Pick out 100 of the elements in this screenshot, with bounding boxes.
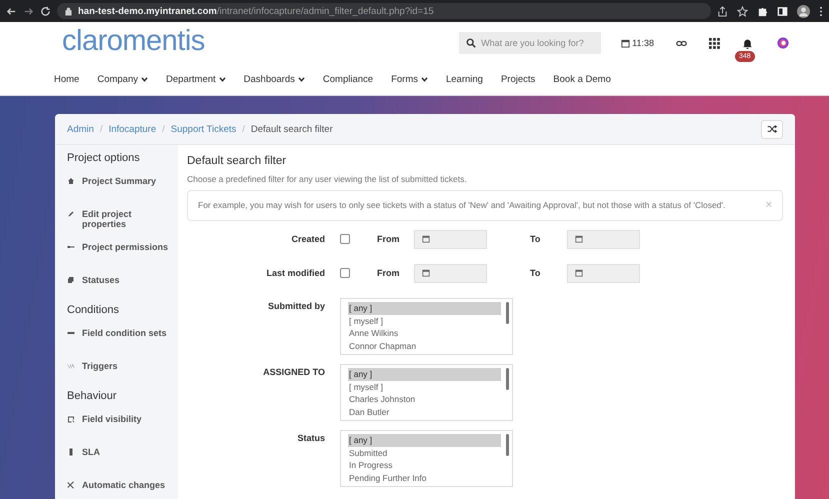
sidebar-item-icon xyxy=(67,362,75,370)
date-field[interactable] xyxy=(414,264,487,282)
sidebar-item[interactable]: Project Summary xyxy=(82,176,156,186)
list-option[interactable]: [ any ] xyxy=(348,434,501,447)
scrollbar-thumb[interactable] xyxy=(506,302,509,324)
breadcrumb-item[interactable]: Support Tickets xyxy=(170,124,236,134)
alert-text: For example, you may wish for users to only see tickets with a status of 'New' and 'Awaiting Approval', but not those with a status of 'Closed'. xyxy=(198,199,726,212)
list-option[interactable]: Connor Chapman xyxy=(348,340,501,353)
more-icon[interactable] xyxy=(819,6,823,16)
sidebar-item[interactable]: Field visibility xyxy=(82,414,142,424)
chevron-down-icon xyxy=(298,77,305,82)
sidebar-item[interactable]: SLA xyxy=(82,447,100,457)
to-label: To xyxy=(530,234,542,244)
checkbox[interactable] xyxy=(340,234,350,244)
scrollbar-thumb[interactable] xyxy=(506,434,509,456)
list-option[interactable]: Charles Johnston xyxy=(348,393,501,406)
nav-link[interactable]: Forms xyxy=(391,74,428,85)
calendar-icon xyxy=(575,269,583,277)
shuffle-button[interactable] xyxy=(761,120,783,138)
breadcrumb-separator: / xyxy=(100,124,103,134)
clock-button[interactable]: 11:38 xyxy=(621,38,654,48)
from-label: From xyxy=(377,268,400,278)
sidebar-item[interactable]: Automatic changes xyxy=(82,480,166,490)
search-icon xyxy=(466,38,476,48)
sidebar-item[interactable]: Statuses xyxy=(82,275,120,285)
nav-link[interactable]: Home xyxy=(54,74,80,85)
sidebar-heading: Conditions xyxy=(67,304,120,318)
sidebar-item-icon xyxy=(67,243,75,251)
profile-avatar-icon[interactable] xyxy=(797,4,810,18)
sidebar-item-icon xyxy=(67,210,75,218)
chevron-down-icon xyxy=(141,77,148,82)
checkbox[interactable] xyxy=(340,268,350,278)
bell-icon[interactable] xyxy=(742,38,753,48)
list-box[interactable]: [ any ] Submitted In Progress Pending Further Info xyxy=(340,430,513,487)
page-title: Default search filter xyxy=(187,155,288,167)
calendar-icon xyxy=(621,38,630,48)
field-label: Status xyxy=(296,432,325,443)
list-option[interactable]: [ any ] xyxy=(348,368,501,381)
chevron-down-icon xyxy=(420,77,428,82)
sidebar-item[interactable]: Field condition sets xyxy=(82,328,167,338)
sidebar-heading: Behaviour xyxy=(67,390,118,404)
from-label: From xyxy=(377,234,400,244)
puzzle-icon[interactable] xyxy=(757,6,768,16)
search-field[interactable]: What are you looking for? xyxy=(459,32,602,54)
list-box[interactable]: [ any ] [ myself ] Charles Johnston Dan Butler xyxy=(340,364,513,421)
star-icon[interactable] xyxy=(737,6,748,16)
nav-link[interactable]: Book a Demo xyxy=(553,74,611,85)
shuffle-icon xyxy=(766,125,778,133)
breadcrumb-separator: / xyxy=(162,124,165,134)
list-option[interactable]: Pending Further Info xyxy=(348,472,501,485)
nav-link[interactable]: Dashboards xyxy=(244,74,305,85)
page-description: Choose a predefined filter for any user viewing the list of submitted tickets. xyxy=(187,174,468,184)
sidebar-item-icon xyxy=(67,329,75,337)
forward-icon[interactable] xyxy=(23,6,34,16)
list-option[interactable]: Dan Butler xyxy=(348,406,501,419)
list-option[interactable]: Submitted xyxy=(348,446,501,460)
sidebar-item-icon xyxy=(67,276,75,284)
sidebar-item-icon xyxy=(67,448,75,456)
sidebar-icon[interactable] xyxy=(777,6,788,16)
url-text: han-test-demo.myintranet.com/intranet/infocapture/admin_filter_default.php?id=15 xyxy=(78,6,434,16)
calendar-icon xyxy=(422,269,430,277)
sidebar-item[interactable]: Project permissions xyxy=(82,242,168,252)
sidebar-item[interactable]: Triggers xyxy=(82,361,118,371)
sidebar-item-icon xyxy=(67,415,75,423)
nav-link[interactable]: Projects xyxy=(500,74,536,85)
date-field[interactable] xyxy=(567,230,640,248)
nav-link[interactable]: Learning xyxy=(446,74,483,85)
list-option[interactable]: Anne Wilkins xyxy=(348,327,501,340)
breadcrumb-item[interactable]: Infocapture xyxy=(108,124,156,134)
nav-link[interactable]: Department xyxy=(166,74,226,85)
breadcrumb-item[interactable]: Admin xyxy=(67,124,94,134)
nav-link[interactable]: Company xyxy=(97,74,148,85)
to-label: To xyxy=(530,268,542,278)
nav-link[interactable]: Compliance xyxy=(322,74,374,85)
reload-icon[interactable] xyxy=(40,6,51,16)
share-icon[interactable] xyxy=(717,6,728,16)
list-option[interactable]: [ myself ] xyxy=(348,380,501,394)
back-icon[interactable] xyxy=(6,6,17,16)
breadcrumb-separator: / xyxy=(242,124,245,134)
sidebar-item-icon xyxy=(67,177,75,185)
sidebar-item[interactable]: Edit project properties xyxy=(82,209,178,229)
calendar-icon xyxy=(422,235,430,243)
scrollbar-thumb[interactable] xyxy=(506,368,509,390)
field-label: ASSIGNED TO xyxy=(262,366,325,377)
sidebar-heading: Project options xyxy=(67,152,141,166)
list-option[interactable]: [ myself ] xyxy=(348,314,501,328)
sidebar-item-icon xyxy=(67,481,75,489)
chevron-down-icon xyxy=(218,77,226,82)
list-option[interactable]: In Progress xyxy=(348,459,501,472)
field-label: Submitted by xyxy=(266,300,325,311)
list-box[interactable]: [ any ] [ myself ] Anne Wilkins Connor Chapman xyxy=(340,298,513,355)
field-label: Created xyxy=(290,234,325,244)
apps-grid-icon[interactable] xyxy=(709,38,720,48)
address-bar[interactable]: han-test-demo.myintranet.com/intranet/infocapture/admin_filter_default.php?id=15 xyxy=(57,3,711,19)
calendar-icon xyxy=(575,235,583,243)
date-field[interactable] xyxy=(567,264,640,282)
date-field[interactable] xyxy=(414,230,487,248)
user-avatar-icon[interactable] xyxy=(777,37,789,49)
lock-icon xyxy=(65,6,72,16)
list-option[interactable]: [ any ] xyxy=(348,302,501,315)
